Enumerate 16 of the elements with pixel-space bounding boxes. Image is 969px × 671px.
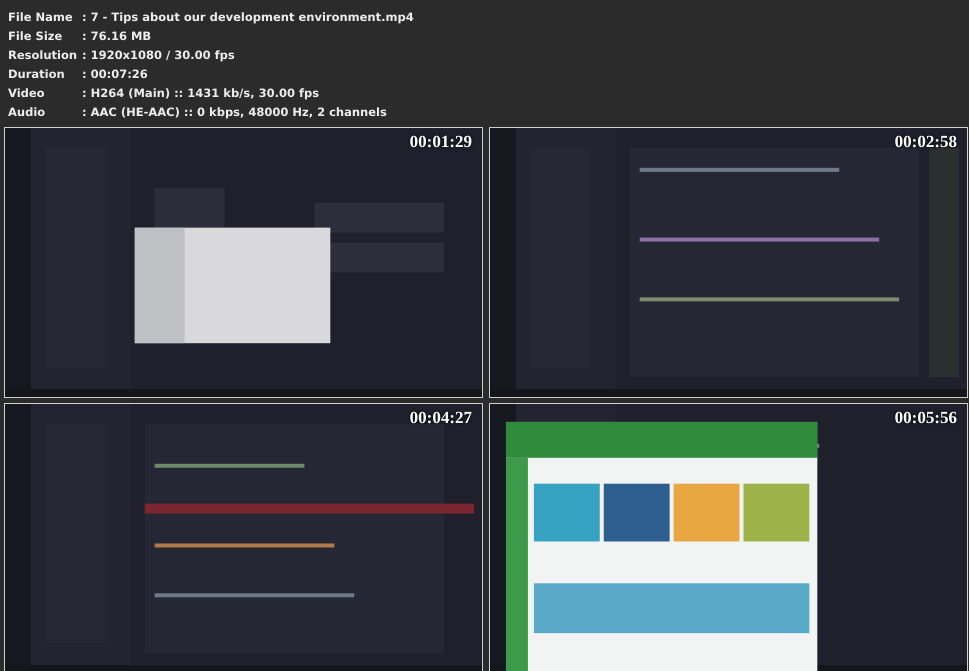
timestamp: 00:01:29 <box>410 132 472 152</box>
timestamp: 00:04:27 <box>410 408 472 428</box>
info-label: Duration <box>8 66 66 83</box>
info-value: : H264 (Main) :: 1431 kb/s, 30.00 fps <box>82 85 320 102</box>
info-label: Resolution <box>8 47 78 64</box>
timestamp: 00:05:56 <box>894 408 957 428</box>
info-label: Audio <box>8 104 46 121</box>
info-value: : 76.16 MB <box>82 28 152 45</box>
info-label: Video <box>8 85 46 102</box>
info-label: File Name <box>8 9 74 26</box>
info-label: File Size <box>8 28 64 45</box>
info-value: : 1920x1080 / 30.00 fps <box>82 47 236 64</box>
info-value: : 00:07:26 <box>82 66 149 83</box>
info-value: : 7 - Tips about our development environment.mp4 <box>82 9 415 26</box>
timestamp: 00:02:58 <box>894 132 957 152</box>
info-value: : AAC (HE-AAC) :: 0 kbps, 48000 Hz, 2 channels <box>82 104 388 121</box>
